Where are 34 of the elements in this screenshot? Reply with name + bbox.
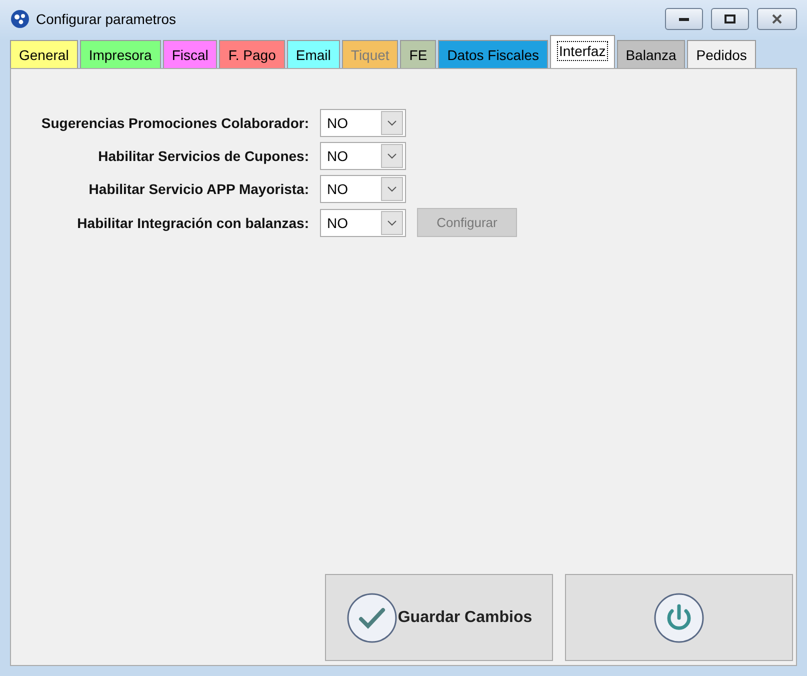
tab[interactable]: General: [10, 40, 78, 68]
tab[interactable]: Impresora: [80, 40, 161, 68]
tab[interactable]: Interfaz: [550, 35, 615, 68]
tab[interactable]: Email: [286, 40, 340, 68]
app-logo-icon: [10, 9, 30, 29]
chevron-down-icon: [387, 120, 397, 126]
chevron-down-icon: [387, 153, 397, 159]
dropdown[interactable]: NO: [320, 109, 406, 137]
tab[interactable]: Datos Fiscales: [438, 40, 548, 68]
power-icon: [653, 592, 705, 644]
maximize-button[interactable]: [711, 8, 749, 30]
setting-label: Habilitar Integración con balanzas:: [77, 214, 309, 230]
power-button[interactable]: [565, 574, 793, 661]
dropdown[interactable]: NO: [320, 208, 406, 236]
tab[interactable]: FE: [400, 40, 436, 68]
chevron-down-icon: [387, 186, 397, 192]
setting-label: Habilitar Servicios de Cupones:: [98, 148, 309, 164]
close-icon: [771, 14, 783, 24]
setting-label: Habilitar Servicio APP Mayorista:: [88, 181, 309, 197]
chevron-down-icon: [387, 220, 397, 226]
tab[interactable]: F. Pago: [219, 40, 285, 68]
tab[interactable]: Pedidos: [687, 40, 756, 68]
checkmark-icon: [346, 592, 398, 644]
dropdown[interactable]: NO: [320, 175, 406, 203]
tab[interactable]: Fiscal: [162, 40, 218, 68]
minimize-button[interactable]: [665, 8, 703, 30]
maximize-icon: [724, 14, 736, 24]
close-button[interactable]: [757, 8, 797, 30]
tab[interactable]: Balanza: [616, 40, 686, 68]
setting-label: Sugerencias Promociones Colaborador:: [41, 115, 309, 131]
save-button[interactable]: Guardar Cambios: [325, 574, 553, 661]
window-title: Configurar parametros: [36, 11, 178, 27]
dropdown[interactable]: NO: [320, 142, 406, 170]
minimize-icon: [678, 16, 690, 22]
